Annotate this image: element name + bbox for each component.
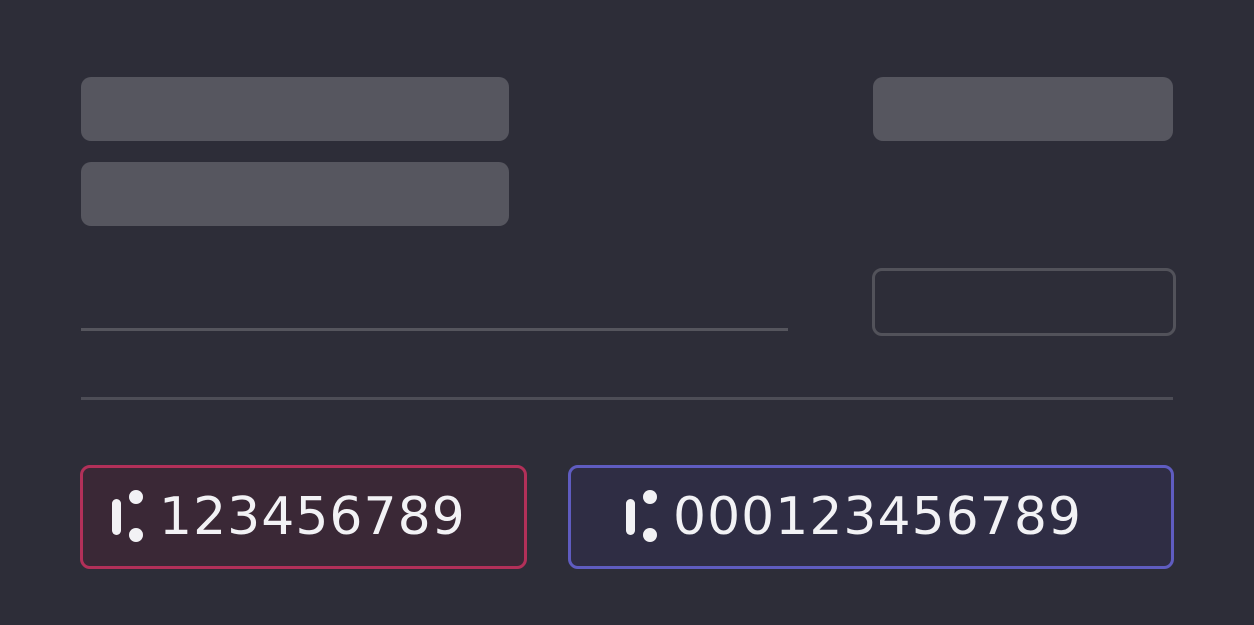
colon-marker-icon <box>626 490 657 542</box>
empty-input-field[interactable] <box>872 268 1176 336</box>
skeleton-placeholder <box>81 162 509 226</box>
chip-value: 000123456789 <box>673 487 1083 547</box>
underline-input-field[interactable] <box>81 328 788 331</box>
skeleton-placeholder <box>873 77 1173 141</box>
colon-marker-icon <box>112 490 143 542</box>
chip-value: 123456789 <box>159 487 466 547</box>
id-chip-red[interactable]: 123456789 <box>80 465 527 569</box>
divider <box>81 397 1173 400</box>
id-chip-blue[interactable]: 000123456789 <box>568 465 1174 569</box>
skeleton-placeholder <box>81 77 509 141</box>
loading-panel: 123456789 000123456789 <box>0 0 1254 625</box>
